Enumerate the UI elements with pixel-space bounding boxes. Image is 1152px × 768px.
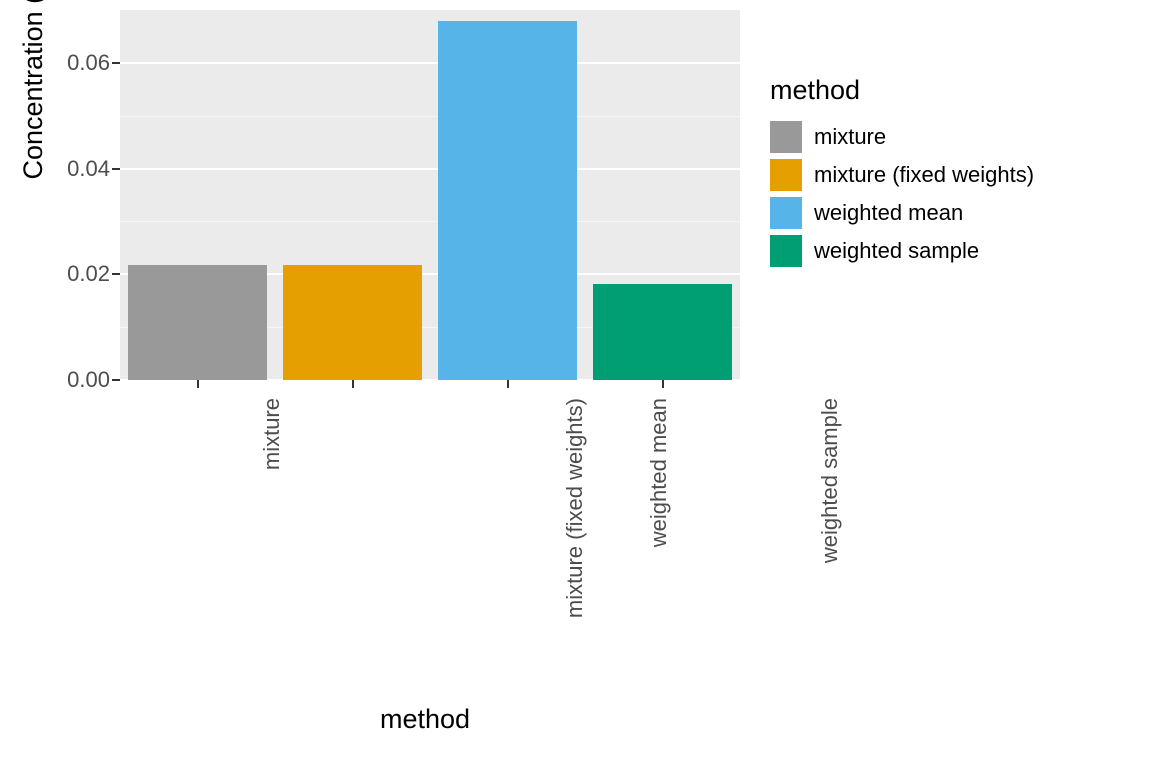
legend: method mixture mixture (fixed weights) wei… [770, 75, 1034, 270]
bar [593, 284, 733, 380]
legend-item: mixture (fixed weights) [770, 156, 1034, 194]
legend-item: mixture [770, 118, 1034, 156]
x-tick-mark [197, 380, 199, 388]
legend-key [770, 197, 802, 229]
legend-key [770, 235, 802, 267]
bar [128, 265, 268, 380]
legend-items: mixture mixture (fixed weights) weighted m… [770, 118, 1034, 270]
y-tick-mark [112, 379, 120, 381]
bar [283, 265, 423, 380]
legend-title: method [770, 75, 1034, 106]
legend-label: mixture (fixed weights) [814, 162, 1034, 188]
chart-container: Concentration (LCL) 0.000.020.040.06 met… [0, 0, 1152, 768]
y-axis-label: Concentration (LCL) [18, 0, 49, 180]
x-axis-label: method [380, 704, 470, 735]
y-tick-mark [112, 62, 120, 64]
x-tick-label: weighted mean [646, 398, 672, 547]
gridline-major [120, 62, 740, 64]
legend-label: weighted mean [814, 200, 963, 226]
gridline-minor [120, 221, 740, 222]
legend-item: weighted sample [770, 232, 1034, 270]
x-tick-mark [352, 380, 354, 388]
plot-panel: 0.000.020.040.06 [120, 10, 740, 380]
legend-swatch [770, 235, 802, 267]
y-tick-mark [112, 168, 120, 170]
y-tick-mark [112, 273, 120, 275]
x-tick-label: mixture (fixed weights) [562, 398, 588, 618]
legend-key [770, 159, 802, 191]
x-tick-label: mixture [259, 398, 285, 470]
x-tick-label: weighted sample [817, 398, 843, 563]
gridline-minor [120, 116, 740, 117]
legend-key [770, 121, 802, 153]
legend-swatch [770, 121, 802, 153]
legend-swatch [770, 159, 802, 191]
legend-label: mixture [814, 124, 886, 150]
x-tick-mark [662, 380, 664, 388]
legend-swatch [770, 197, 802, 229]
gridline-major [120, 168, 740, 170]
legend-label: weighted sample [814, 238, 979, 264]
x-tick-mark [507, 380, 509, 388]
legend-item: weighted mean [770, 194, 1034, 232]
bar [438, 21, 578, 380]
